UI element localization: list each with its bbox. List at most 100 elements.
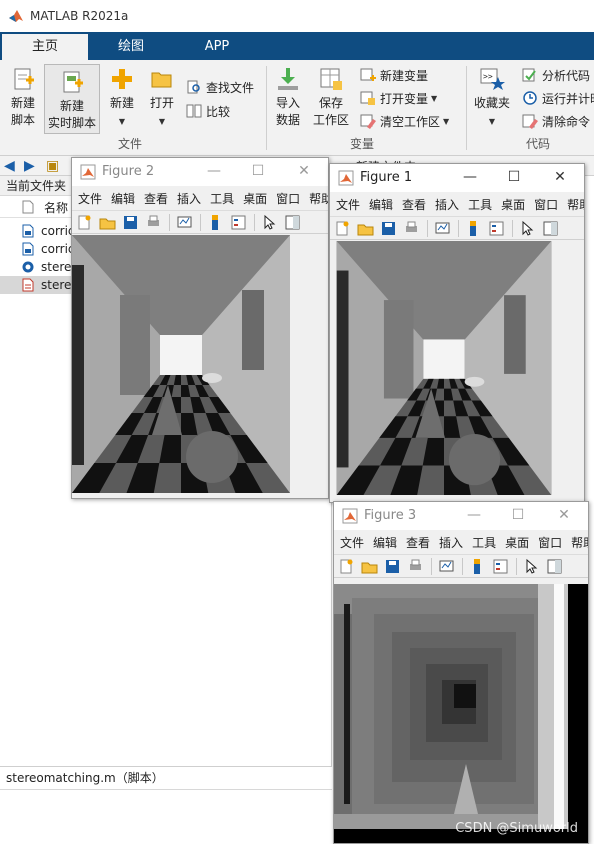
colorbar-icon[interactable] [207, 214, 224, 231]
menu-view[interactable]: 查看 [144, 190, 168, 207]
menu-help[interactable]: 帮助 [571, 534, 588, 551]
menu-edit[interactable]: 编辑 [369, 196, 393, 213]
tab-apps[interactable]: APP [174, 34, 260, 60]
colorbar-icon[interactable] [469, 558, 486, 575]
open-dropdown-caret[interactable]: ▼ [159, 117, 165, 126]
legend-icon[interactable] [230, 214, 247, 231]
new-variable-button[interactable]: 新建变量 [360, 64, 428, 86]
clear-workspace-caret[interactable]: ▼ [443, 117, 449, 126]
property-inspector-icon[interactable] [546, 558, 563, 575]
figure-1-window[interactable]: Figure 1 — ☐ ✕ 文件 编辑 查看 插入 工具 桌面 窗口 帮助 [329, 163, 585, 503]
save-icon[interactable] [380, 220, 397, 237]
code-group-label: 代码 [526, 137, 551, 151]
favorites-button[interactable]: >> 收藏夹 ▼ [470, 66, 514, 130]
link-plot-icon[interactable] [438, 558, 455, 575]
menu-view[interactable]: 查看 [406, 534, 430, 551]
maximize-button[interactable]: ☐ [508, 505, 528, 525]
link-plot-icon[interactable] [434, 220, 451, 237]
menu-file[interactable]: 文件 [340, 534, 364, 551]
cursor-icon[interactable] [519, 220, 536, 237]
clear-workspace-button[interactable]: 清空工作区 ▼ [360, 110, 449, 132]
import-data-button[interactable]: 导入 数据 [272, 66, 304, 129]
find-files-button[interactable]: 查找文件 [186, 76, 254, 98]
open-file-icon[interactable] [357, 220, 374, 237]
forward-arrow-icon[interactable]: ▶ [24, 158, 35, 174]
menu-view[interactable]: 查看 [402, 196, 426, 213]
menu-edit[interactable]: 编辑 [373, 534, 397, 551]
menu-desktop[interactable]: 桌面 [501, 196, 525, 213]
maximize-button[interactable]: ☐ [504, 167, 524, 187]
menu-insert[interactable]: 插入 [439, 534, 463, 551]
tab-home[interactable]: 主页 [2, 34, 88, 60]
analyze-code-button[interactable]: 分析代码 [522, 64, 590, 86]
close-button[interactable]: ✕ [554, 505, 574, 525]
legend-icon[interactable] [492, 558, 509, 575]
open-file-icon[interactable] [361, 558, 378, 575]
legend-icon[interactable] [488, 220, 505, 237]
link-plot-icon[interactable] [176, 214, 193, 231]
run-and-time-button[interactable]: 运行并计时 [522, 87, 594, 109]
figure-3-title: Figure 3 [364, 508, 417, 523]
open-button[interactable]: 打开 ▼ [146, 66, 178, 130]
open-variable-button[interactable]: 打开变量 ▼ [360, 87, 437, 109]
compare-button[interactable]: 比较 [186, 100, 230, 122]
menu-help[interactable]: 帮助 [567, 196, 584, 213]
new-figure-icon[interactable] [334, 220, 351, 237]
maximize-button[interactable]: ☐ [248, 161, 268, 181]
property-inspector-icon[interactable] [542, 220, 559, 237]
print-icon[interactable] [403, 220, 420, 237]
print-icon[interactable] [407, 558, 424, 575]
property-inspector-icon[interactable] [284, 214, 301, 231]
back-arrow-icon[interactable]: ◀ [4, 158, 15, 174]
figure-2-titlebar[interactable]: Figure 2 — ☐ ✕ [72, 158, 328, 186]
file-detail-bar[interactable]: stereomatching.m（脚本） [0, 766, 332, 790]
app-titlebar: MATLAB R2021a [0, 0, 594, 32]
colorbar-icon[interactable] [465, 220, 482, 237]
cursor-icon[interactable] [261, 214, 278, 231]
menu-file[interactable]: 文件 [78, 190, 102, 207]
menu-help[interactable]: 帮助 [309, 190, 328, 207]
menu-insert[interactable]: 插入 [177, 190, 201, 207]
up-folder-icon[interactable]: ▣ [46, 158, 59, 174]
figure-2-window[interactable]: Figure 2 — ☐ ✕ 文件 编辑 查看 插入 工具 桌面 窗口 帮助 [71, 157, 329, 499]
menu-insert[interactable]: 插入 [435, 196, 459, 213]
close-button[interactable]: ✕ [294, 161, 314, 181]
new-live-script-button[interactable]: 新建 实时脚本 [44, 64, 100, 134]
new-figure-icon[interactable] [76, 214, 93, 231]
open-variable-caret[interactable]: ▼ [431, 94, 437, 103]
new-script-button[interactable]: 新建 脚本 [6, 66, 40, 129]
new-button[interactable]: 新建 ▼ [106, 66, 138, 130]
menu-desktop[interactable]: 桌面 [243, 190, 267, 207]
save-icon[interactable] [122, 214, 139, 231]
open-file-icon[interactable] [99, 214, 116, 231]
menu-tools[interactable]: 工具 [472, 534, 496, 551]
column-name[interactable]: 名称 [44, 199, 68, 216]
menu-tools[interactable]: 工具 [468, 196, 492, 213]
cursor-icon[interactable] [523, 558, 540, 575]
save-icon[interactable] [384, 558, 401, 575]
toolbar-separator [431, 558, 432, 575]
close-button[interactable]: ✕ [550, 167, 570, 187]
save-workspace-button[interactable]: 保存 工作区 [310, 66, 352, 129]
new-dropdown-caret[interactable]: ▼ [119, 117, 125, 126]
menu-window[interactable]: 窗口 [276, 190, 300, 207]
menu-window[interactable]: 窗口 [534, 196, 558, 213]
minimize-button[interactable]: — [204, 161, 224, 181]
import-data-icon [278, 68, 298, 90]
corridor-end-window [423, 339, 465, 379]
menu-file[interactable]: 文件 [336, 196, 360, 213]
favorites-caret[interactable]: ▼ [489, 117, 495, 126]
figure-3-titlebar[interactable]: Figure 3 — ☐ ✕ [334, 502, 588, 530]
print-icon[interactable] [145, 214, 162, 231]
menu-desktop[interactable]: 桌面 [505, 534, 529, 551]
menu-edit[interactable]: 编辑 [111, 190, 135, 207]
figure-3-window[interactable]: Figure 3 — ☐ ✕ 文件 编辑 查看 插入 工具 桌面 窗口 帮助 [333, 501, 589, 844]
menu-tools[interactable]: 工具 [210, 190, 234, 207]
minimize-button[interactable]: — [464, 505, 484, 525]
clear-commands-button[interactable]: 清除命令 [522, 110, 590, 132]
new-figure-icon[interactable] [338, 558, 355, 575]
tab-plots[interactable]: 绘图 [88, 34, 174, 60]
figure-1-titlebar[interactable]: Figure 1 — ☐ ✕ [330, 164, 584, 192]
menu-window[interactable]: 窗口 [538, 534, 562, 551]
minimize-button[interactable]: — [460, 167, 480, 187]
